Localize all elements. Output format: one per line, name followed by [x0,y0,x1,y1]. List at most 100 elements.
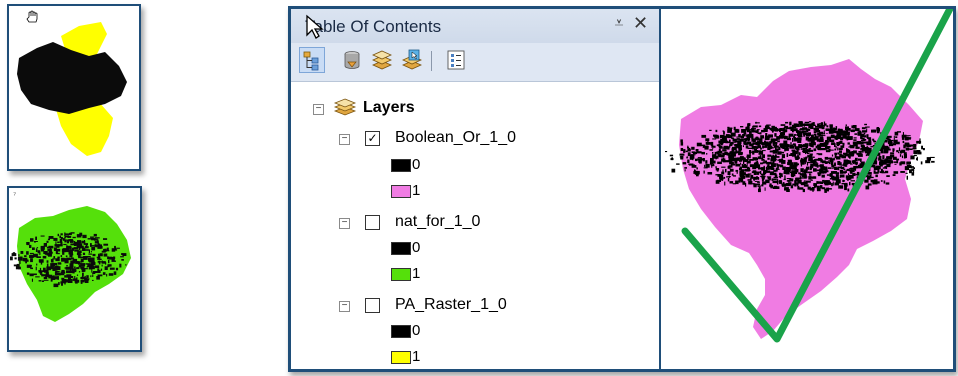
raster-cell [817,147,821,150]
raster-cell [756,171,760,175]
raster-cell [849,181,851,186]
raster-cell [845,124,847,127]
raster-cell [875,174,878,178]
raster-cell [56,266,61,271]
list-by-source-button[interactable] [339,47,365,73]
list-by-visibility-button[interactable] [369,47,395,73]
raster-cell [784,125,789,129]
raster-cell [46,272,48,277]
raster-cell [866,126,870,128]
layer-visibility-checkbox[interactable] [365,298,380,313]
layer-visibility-checkbox[interactable]: ✓ [365,131,380,146]
list-by-drawing-order-button[interactable] [299,47,325,73]
raster-cell [840,166,843,169]
raster-cell [736,136,742,138]
raster-cell [701,151,705,155]
raster-cell [86,267,88,270]
raster-cell [64,239,67,243]
raster-cell [730,163,733,168]
raster-cell [687,156,689,158]
close-icon[interactable]: ✕ [633,13,648,34]
arcmap-window: Table Of Contents ⩡ ✕ − Layers − ✓ Boole… [288,6,956,372]
raster-cell [32,247,35,250]
legend-class-row: 0 [291,321,651,345]
raster-cell [837,130,842,135]
legend-class-label: 1 [412,265,421,282]
raster-cell [809,166,814,169]
raster-cell [36,263,38,266]
raster-cell [65,266,71,270]
list-by-selection-icon [402,49,422,70]
raster-cell [684,169,686,172]
raster-cell [854,133,858,135]
collapse-layer-icon[interactable]: − [339,134,350,145]
options-button[interactable] [443,47,469,73]
raster-cell [81,240,85,244]
tree-root-layers[interactable]: − Layers [291,97,651,121]
raster-cell [90,257,95,261]
raster-cell [29,244,32,248]
raster-cell [825,146,827,151]
raster-cell [31,278,33,282]
raster-cell [931,160,935,163]
raster-cell [841,136,844,141]
raster-cell [876,128,880,132]
raster-cell [752,142,756,145]
raster-cell [846,162,851,164]
raster-cell [740,179,743,183]
raster-cell [60,233,63,236]
raster-cell [18,254,20,256]
raster-cell [816,181,819,184]
raster-cell [698,160,702,163]
layers-root-label: Layers [363,99,415,116]
raster-cell [81,260,83,263]
raster-cell [841,131,846,133]
layer-row-pa-raster[interactable]: − PA_Raster_1_0 [291,294,651,318]
raster-cell [762,154,765,159]
raster-cell [816,188,821,192]
raster-cell [715,166,717,169]
raster-cell [831,154,834,157]
raster-cell [798,172,801,175]
collapse-layers-icon[interactable]: − [313,104,324,115]
raster-cell [786,153,789,157]
raster-cell [843,153,846,156]
raster-cell [888,146,890,150]
layer-row-nat-for[interactable]: − nat_for_1_0 [291,211,651,235]
collapse-layer-icon[interactable]: − [339,301,350,312]
raster-cell [776,164,780,166]
raster-cell [66,241,70,244]
raster-cell [860,144,865,148]
layer-row-boolean-or[interactable]: − ✓ Boolean_Or_1_0 [291,127,651,151]
layer-visibility-checkbox[interactable] [365,215,380,230]
raster-cell [729,181,734,184]
raster-cell [103,243,109,246]
raster-cell [837,136,840,140]
raster-cell [887,159,892,164]
list-by-selection-button[interactable] [399,47,425,73]
raster-cell [809,173,811,176]
pin-icon[interactable]: ⩡ [611,15,627,33]
raster-cell [872,180,878,185]
raster-cell [749,133,754,136]
raster-cell [826,125,829,128]
raster-cell [81,263,85,266]
raster-cell [803,180,806,182]
raster-cell [837,147,839,151]
raster-cell [770,138,775,143]
raster-cell [837,128,840,131]
toc-titlebar[interactable]: Table Of Contents ⩡ ✕ [291,9,659,43]
raster-cell [873,160,878,165]
raster-cell [719,177,723,181]
raster-cell [66,270,71,274]
raster-cell [893,139,898,144]
raster-cell [69,246,72,248]
raster-cell [52,276,56,280]
raster-cell [921,145,923,150]
raster-cell [705,160,708,164]
map-display[interactable] [661,9,953,369]
raster-cell [731,152,736,157]
raster-cell [741,163,744,166]
raster-cell [98,245,103,249]
collapse-layer-icon[interactable]: − [339,218,350,229]
